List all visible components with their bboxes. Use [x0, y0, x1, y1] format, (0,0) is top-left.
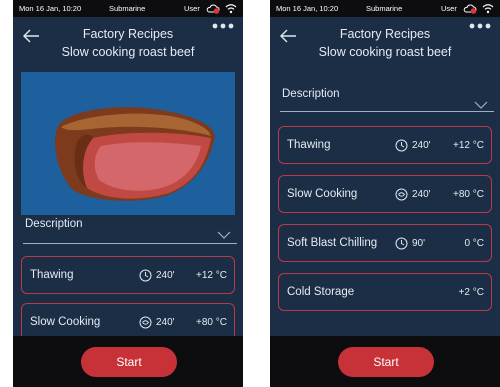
status-datetime: Mon 16 Jan, 10:20	[276, 4, 339, 13]
recipe-name: Slow cooking roast beef	[318, 45, 452, 59]
step-temperature: 0 °C	[464, 238, 484, 249]
step-thawing[interactable]: Thawing 240' +12 °C	[21, 256, 235, 294]
recipe-name: Slow cooking roast beef	[61, 45, 195, 59]
recipe-screen-with-image: Mon 16 Jan, 10:20 Submarine User Factory…	[13, 0, 243, 387]
recipe-screen-scrolled: Mon 16 Jan, 10:20 Submarine User Factory…	[270, 0, 500, 387]
step-duration: 240'	[412, 189, 431, 200]
status-bar: Mon 16 Jan, 10:20 Submarine User	[270, 0, 500, 17]
fan-clock-icon	[395, 188, 408, 201]
more-dots-icon[interactable]	[468, 21, 492, 31]
more-dots-icon[interactable]	[211, 21, 235, 31]
clock-icon	[395, 139, 408, 152]
chevron-down-icon	[217, 231, 231, 239]
status-datetime: Mon 16 Jan, 10:20	[19, 4, 82, 13]
start-button[interactable]: Start	[81, 347, 177, 377]
description-label: Description	[282, 88, 340, 100]
roast-beef-image	[54, 107, 215, 201]
bottom-bar: Start	[270, 336, 500, 387]
recipe-image	[21, 72, 235, 215]
step-temperature: +80 °C	[196, 317, 227, 328]
step-temperature: +12 °C	[453, 140, 484, 151]
description-label: Description	[25, 218, 83, 230]
step-name: Slow Cooking	[30, 316, 101, 328]
status-bar: Mon 16 Jan, 10:20 Submarine User	[13, 0, 243, 17]
step-name: Soft Blast Chilling	[287, 237, 378, 249]
description-toggle[interactable]: Description	[280, 87, 494, 112]
step-cold-storage[interactable]: Cold Storage +2 °C	[278, 273, 492, 311]
step-temperature: +12 °C	[196, 270, 227, 281]
header: Factory Recipes Slow cooking roast beef	[270, 17, 500, 67]
fan-clock-icon	[139, 316, 152, 329]
step-duration: 90'	[412, 238, 426, 249]
step-duration: 240'	[412, 140, 431, 151]
cloud-alert-icon[interactable]	[206, 3, 220, 14]
step-temperature: +80 °C	[453, 189, 484, 200]
step-name: Thawing	[287, 139, 331, 151]
step-name: Slow Cooking	[287, 188, 358, 200]
step-duration: 240'	[156, 270, 175, 281]
status-device-name: Submarine	[109, 4, 146, 13]
step-temperature: +2 °C	[458, 287, 484, 298]
step-soft-blast-chilling[interactable]: Soft Blast Chilling 90' 0 °C	[278, 224, 492, 262]
step-slow-cooking[interactable]: Slow Cooking 240' +80 °C	[278, 175, 492, 213]
status-device-name: Submarine	[366, 4, 403, 13]
chevron-down-icon	[474, 101, 488, 109]
step-name: Thawing	[30, 269, 74, 281]
wifi-icon	[225, 4, 237, 14]
page-title: Factory Recipes	[82, 27, 174, 41]
clock-icon	[395, 237, 408, 250]
clock-icon	[139, 269, 152, 282]
start-button[interactable]: Start	[338, 347, 434, 377]
step-thawing[interactable]: Thawing 240' +12 °C	[278, 126, 492, 164]
description-toggle[interactable]: Description	[23, 217, 237, 244]
wifi-icon	[482, 4, 494, 14]
bottom-bar: Start	[13, 336, 243, 387]
step-name: Cold Storage	[287, 286, 355, 298]
status-user[interactable]: User	[184, 4, 200, 13]
status-user[interactable]: User	[441, 4, 457, 13]
cloud-alert-icon[interactable]	[463, 3, 477, 14]
header: Factory Recipes Slow cooking roast beef	[13, 17, 243, 67]
page-title: Factory Recipes	[339, 27, 431, 41]
step-duration: 240'	[156, 317, 175, 328]
